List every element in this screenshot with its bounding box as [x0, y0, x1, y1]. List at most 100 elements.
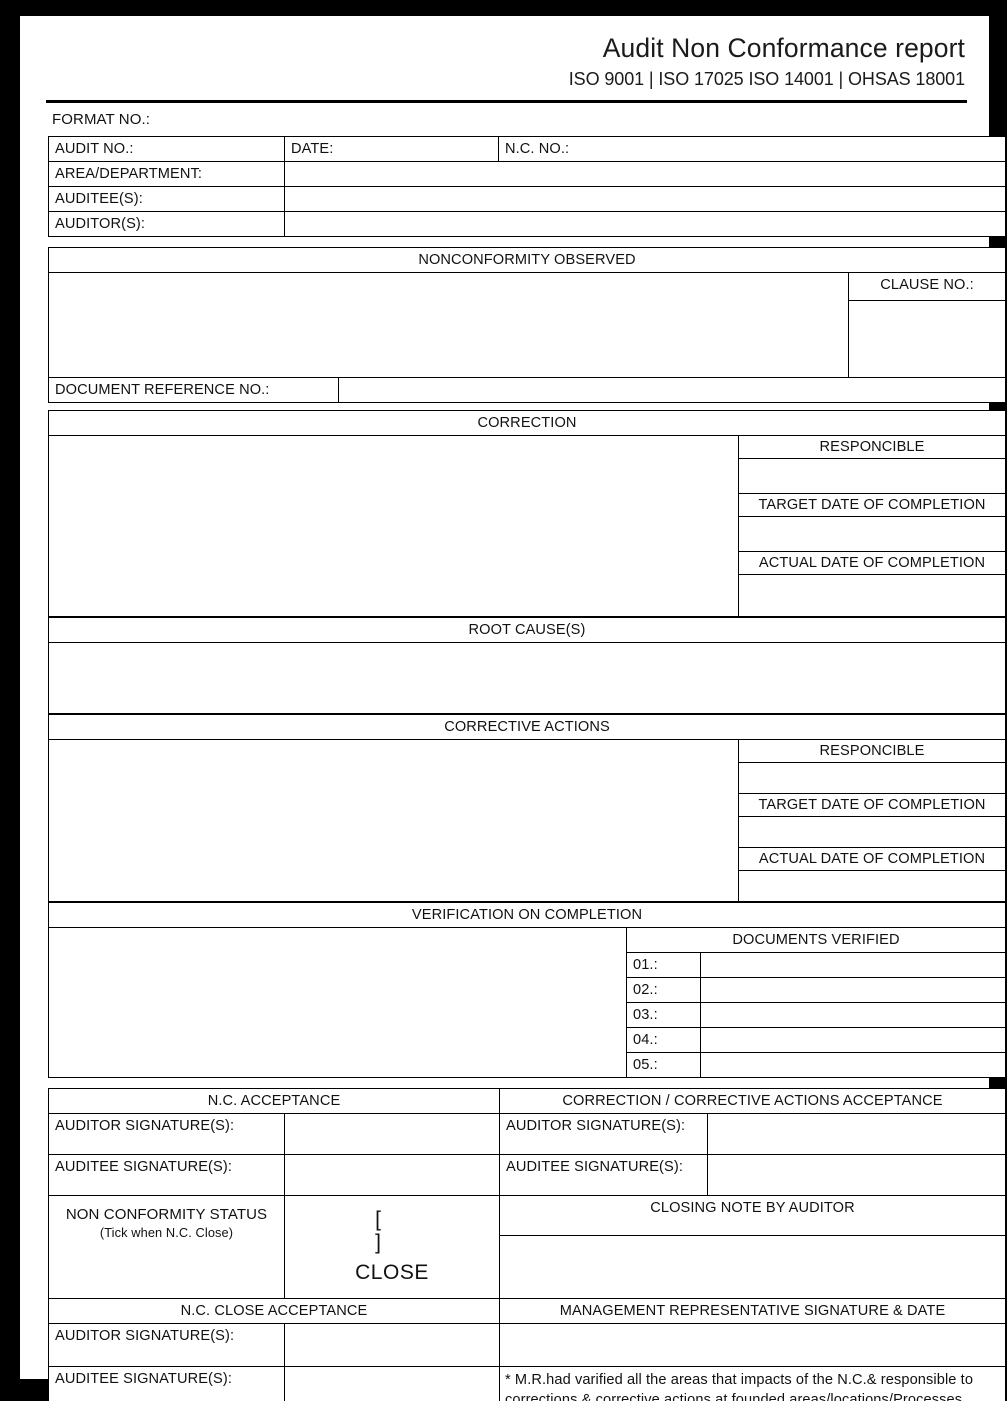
cca-auditor-signature-value[interactable] [706, 1113, 1007, 1156]
corrective-actions-meta-table: RESPONCIBLE TARGET DATE OF COMPLETION AC… [739, 740, 1006, 902]
table-row: AUDITEE SIGNATURE(S): AUDITEE SIGNATURE(… [48, 1154, 1007, 1197]
root-cause-value[interactable] [48, 642, 1006, 715]
non-conformity-status-hint: (Tick when N.C. Close) [99, 1224, 234, 1240]
table-row: N.C. CLOSE ACCEPTANCE MANAGEMENT REPRESE… [48, 1298, 1007, 1325]
standards-subtitle: ISO 9001 | ISO 17025 ISO 14001 | OHSAS 1… [568, 69, 965, 90]
cca-auditee-signature-value[interactable] [706, 1154, 1007, 1197]
close-auditor-signature-label: AUDITOR SIGNATURE(S): [48, 1323, 285, 1368]
closing-note-value[interactable] [498, 1235, 1007, 1300]
document-reference-label: DOCUMENT REFERENCE NO.: [48, 378, 339, 404]
document-reference-value[interactable] [338, 378, 1006, 404]
document-header: Audit Non Conformance report ISO 9001 | … [30, 30, 969, 94]
non-conformity-status-label: NON CONFORMITY STATUS [65, 1206, 268, 1224]
table-row: DOCUMENT REFERENCE NO.: [48, 378, 1006, 404]
table-row: RESPONCIBLE TARGET DATE OF COMPLETION AC… [48, 435, 1007, 618]
nc-auditee-signature-label: AUDITEE SIGNATURE(S): [48, 1154, 285, 1197]
identification-table: AUDIT NO.: DATE: N.C. NO.: AREA/DEPARTME… [48, 136, 1006, 238]
correction-description-value[interactable] [48, 435, 739, 618]
correction-meta-table: RESPONCIBLE TARGET DATE OF COMPLETION AC… [739, 436, 1006, 610]
correction-target-date-label: TARGET DATE OF COMPLETION [739, 493, 1006, 518]
nonconformity-band: NONCONFORMITY OBSERVED [47, 247, 1007, 274]
nc-acceptance-band: N.C. ACCEPTANCE [48, 1088, 500, 1115]
correction-actual-date-label: ACTUAL DATE OF COMPLETION [739, 551, 1006, 576]
document-row-value[interactable] [699, 1052, 1007, 1079]
verification-table: VERIFICATION ON COMPLETION DOCUMENTS VER… [47, 902, 1007, 1079]
correction-responsible-label: RESPONCIBLE [739, 436, 1006, 460]
corrective-actions-table: CORRECTIVE ACTIONS RESPONCIBLE TARGET DA… [47, 714, 1007, 903]
corrective-actions-band: CORRECTIVE ACTIONS [47, 714, 1007, 741]
table-row: ROOT CAUSE(S) [48, 617, 1006, 644]
corrective-actions-responsible-value[interactable] [739, 762, 1006, 795]
correction-actual-date-value[interactable] [739, 574, 1006, 610]
clause-no-value[interactable] [847, 300, 1007, 379]
document-row-value[interactable] [699, 977, 1007, 1004]
acceptance-table: N.C. ACCEPTANCE CORRECTION / CORRECTIVE … [48, 1088, 1007, 1401]
nc-no-label: N.C. NO.: [498, 136, 1006, 163]
cca-auditor-signature-label: AUDITOR SIGNATURE(S): [499, 1113, 708, 1156]
table-row [739, 458, 1006, 495]
correction-target-date-value[interactable] [739, 516, 1006, 553]
document-row-value[interactable] [699, 1002, 1007, 1029]
close-auditor-signature-value[interactable] [284, 1323, 500, 1368]
document-row-number: 05.: [626, 1052, 701, 1079]
area-department-value[interactable] [284, 161, 1006, 188]
date-label: DATE: [284, 136, 499, 163]
mr-footnote: * M.R.had varified all the areas that im… [498, 1366, 1007, 1401]
area-department-label: AREA/DEPARTMENT: [48, 161, 285, 188]
nonconformity-table: NONCONFORMITY OBSERVED CLAUSE NO.: [47, 247, 1007, 379]
table-row: AUDITOR SIGNATURE(S): [48, 1323, 1007, 1368]
auditees-value[interactable] [284, 186, 1006, 213]
table-row: N.C. ACCEPTANCE CORRECTION / CORRECTIVE … [48, 1088, 1007, 1115]
correction-responsible-value[interactable] [739, 458, 1006, 495]
correction-table: CORRECTION RESPONCIBLE TARGET DATE OF CO… [47, 410, 1007, 618]
table-row: VERIFICATION ON COMPLETION [47, 902, 1007, 929]
table-row: DOCUMENTS VERIFIED [48, 927, 1007, 1079]
table-row: AUDITOR(S): [48, 211, 1006, 238]
close-auditee-signature-value[interactable] [284, 1366, 500, 1401]
verification-notes-value[interactable] [48, 927, 627, 1079]
close-checkbox[interactable]: [ ] [289, 1208, 495, 1254]
auditors-label: AUDITOR(S): [48, 211, 285, 238]
close-tick-cell[interactable]: [ ] CLOSE [284, 1195, 500, 1300]
table-row: CORRECTION [47, 410, 1007, 437]
corrective-actions-target-date-value[interactable] [739, 816, 1006, 849]
nc-auditor-signature-value[interactable] [284, 1113, 500, 1156]
table-row: NON CONFORMITY STATUS (Tick when N.C. Cl… [48, 1195, 1007, 1300]
cca-auditee-signature-label: AUDITEE SIGNATURE(S): [499, 1154, 708, 1197]
nc-close-acceptance-band: N.C. CLOSE ACCEPTANCE [48, 1298, 500, 1325]
corrective-actions-actual-date-value[interactable] [739, 870, 1006, 902]
mr-signature-value[interactable] [498, 1323, 1007, 1368]
corrective-actions-actual-date-label: ACTUAL DATE OF COMPLETION [739, 847, 1006, 872]
non-conformity-status-cell: NON CONFORMITY STATUS (Tick when N.C. Cl… [48, 1195, 285, 1300]
corrective-actions-target-date-label: TARGET DATE OF COMPLETION [739, 793, 1006, 818]
root-cause-band: ROOT CAUSE(S) [48, 617, 1006, 644]
form-sheet: Audit Non Conformance report ISO 9001 | … [20, 16, 1007, 1401]
page-title: Audit Non Conformance report [602, 33, 965, 63]
table-row: CORRECTIVE ACTIONS [47, 714, 1007, 741]
correction-meta-cell: RESPONCIBLE TARGET DATE OF COMPLETION AC… [737, 435, 1007, 618]
close-auditee-signature-label: AUDITEE SIGNATURE(S): [48, 1366, 285, 1401]
auditees-label: AUDITEE(S): [48, 186, 285, 213]
table-row [48, 642, 1006, 715]
table-row [739, 516, 1006, 553]
table-row: AUDIT NO.: DATE: N.C. NO.: [48, 136, 1006, 163]
root-cause-table: ROOT CAUSE(S) [48, 617, 1006, 715]
document-row-value[interactable] [699, 952, 1007, 979]
corrective-actions-description-value[interactable] [48, 739, 739, 903]
document-row-value[interactable] [699, 1027, 1007, 1054]
table-row: NONCONFORMITY OBSERVED [47, 247, 1007, 274]
table-row [739, 816, 1006, 849]
nc-auditee-signature-value[interactable] [284, 1154, 500, 1197]
table-row: AUDITEE SIGNATURE(S): * M.R.had varified… [48, 1366, 1007, 1401]
table-row: AUDITEE(S): [48, 186, 1006, 213]
table-row: RESPONCIBLE [739, 436, 1006, 460]
auditors-value[interactable] [284, 211, 1006, 238]
nonconformity-observed-value[interactable] [48, 272, 849, 379]
closing-note-band: CLOSING NOTE BY AUDITOR [498, 1195, 1007, 1237]
table-row: AUDITOR SIGNATURE(S): AUDITOR SIGNATURE(… [48, 1113, 1007, 1156]
nc-auditor-signature-label: AUDITOR SIGNATURE(S): [48, 1113, 285, 1156]
clause-no-label: CLAUSE NO.: [847, 272, 1007, 302]
